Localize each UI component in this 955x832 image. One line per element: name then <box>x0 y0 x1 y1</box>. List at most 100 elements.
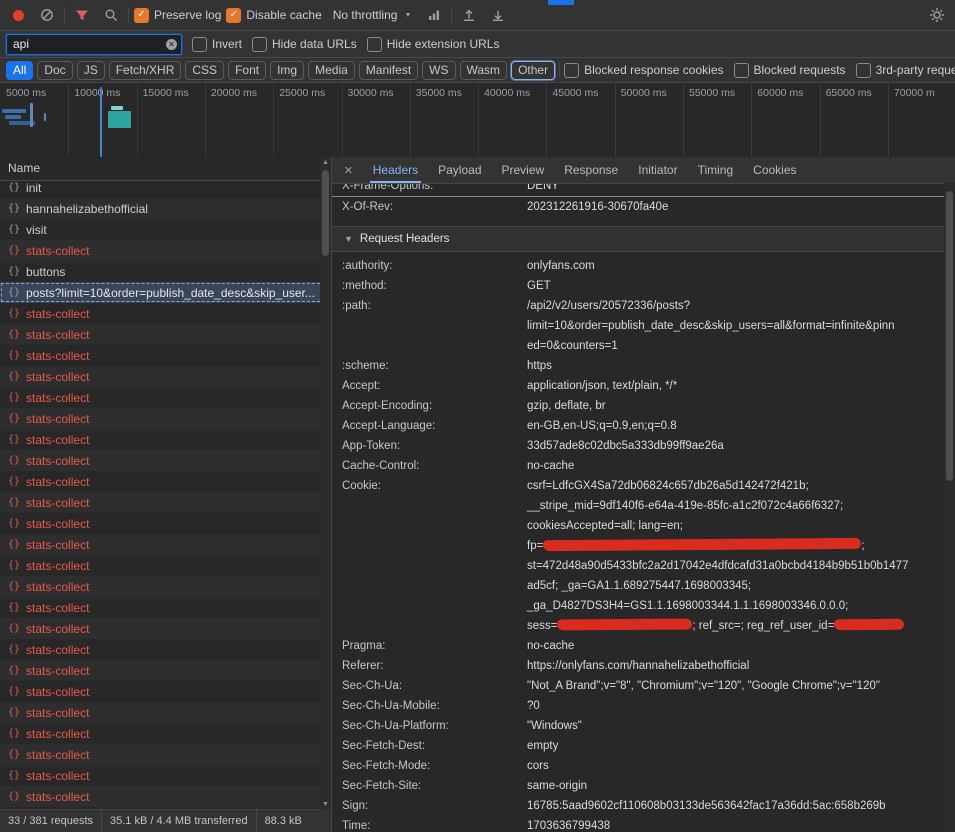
details-tabs: HeadersPayloadPreviewResponseInitiatorTi… <box>363 157 807 183</box>
request-row-stats-collect[interactable]: {}stats-collect <box>0 366 331 387</box>
tab-timing[interactable]: Timing <box>688 157 744 183</box>
filter-checkbox-blocked-requests[interactable]: ✓Blocked requests <box>734 63 846 78</box>
preserve-log-checkbox[interactable]: ✓ Preserve log <box>134 8 221 23</box>
upload-icon <box>462 8 476 22</box>
type-filter-img[interactable]: Img <box>270 61 304 80</box>
search-button[interactable] <box>99 4 123 26</box>
clear-filter-icon[interactable]: ✕ <box>166 39 177 50</box>
request-row-hannahelizabethofficial[interactable]: {}hannahelizabethofficial <box>0 198 331 219</box>
request-name: stats-collect <box>26 790 89 804</box>
type-filter-doc[interactable]: Doc <box>37 61 72 80</box>
request-type-icon: {} <box>8 455 20 466</box>
close-details-button[interactable]: × <box>336 157 363 183</box>
request-headers-section-header[interactable]: ▼ Request Headers <box>332 226 955 252</box>
request-row-posts-limit-10-order-publish-date-desc-s[interactable]: {}posts?limit=10&order=publish_date_desc… <box>0 282 331 303</box>
scroll-down-arrow-icon[interactable]: ▼ <box>320 799 331 810</box>
details-scrollbar[interactable] <box>944 183 955 832</box>
header-row: Sec-Ch-Ua-Mobile:?0 <box>332 696 955 716</box>
request-row-stats-collect[interactable]: {}stats-collect <box>0 450 331 471</box>
import-har-button[interactable] <box>457 4 481 26</box>
type-filter-all[interactable]: All <box>6 61 33 80</box>
type-filter-media[interactable]: Media <box>308 61 355 80</box>
request-row-stats-collect[interactable]: {}stats-collect <box>0 786 331 807</box>
request-row-stats-collect[interactable]: {}stats-collect <box>0 534 331 555</box>
timeline-tick-label: 60000 ms <box>757 87 803 99</box>
export-har-button[interactable] <box>486 4 510 26</box>
request-row-stats-collect[interactable]: {}stats-collect <box>0 387 331 408</box>
request-row-stats-collect[interactable]: {}stats-collect <box>0 408 331 429</box>
hide-data-urls-checkbox[interactable]: ✓ Hide data URLs <box>252 37 357 52</box>
type-filter-other[interactable]: Other <box>511 61 555 80</box>
tab-cookies[interactable]: Cookies <box>743 157 806 183</box>
request-row-stats-collect[interactable]: {}stats-collect <box>0 471 331 492</box>
request-row-stats-collect[interactable]: {}stats-collect <box>0 555 331 576</box>
redaction-scribble <box>557 619 692 631</box>
request-row-init[interactable]: {}init <box>0 181 331 198</box>
settings-button[interactable] <box>925 4 949 26</box>
tab-payload[interactable]: Payload <box>428 157 491 183</box>
request-row-stats-collect[interactable]: {}stats-collect <box>0 807 331 809</box>
clear-button[interactable] <box>35 4 59 26</box>
type-filter-css[interactable]: CSS <box>185 61 224 80</box>
request-row-stats-collect[interactable]: {}stats-collect <box>0 240 331 261</box>
request-row-stats-collect[interactable]: {}stats-collect <box>0 765 331 786</box>
header-value: onlyfans.com <box>527 256 955 276</box>
header-name: Sign: <box>342 796 527 816</box>
network-status-bar: 33 / 381 requests 35.1 kB / 4.4 MB trans… <box>0 809 331 832</box>
scroll-up-arrow-icon[interactable]: ▲ <box>320 157 331 168</box>
invert-checkbox[interactable]: ✓ Invert <box>192 37 242 52</box>
headers-content: X-Frame-Options:DENYX-Of-Rev:20231226191… <box>332 184 955 832</box>
request-type-icon: {} <box>8 686 20 697</box>
type-filter-js[interactable]: JS <box>77 61 105 80</box>
timeline-overview[interactable]: 5000 ms10000 ms15000 ms20000 ms25000 ms3… <box>0 83 955 161</box>
request-row-visit[interactable]: {}visit <box>0 219 331 240</box>
disable-cache-checkbox[interactable]: ✓ Disable cache <box>226 8 321 23</box>
type-filter-font[interactable]: Font <box>228 61 266 80</box>
request-row-stats-collect[interactable]: {}stats-collect <box>0 702 331 723</box>
hide-extension-urls-checkbox[interactable]: ✓ Hide extension URLs <box>367 37 500 52</box>
request-row-stats-collect[interactable]: {}stats-collect <box>0 660 331 681</box>
requests-count: 33 / 381 requests <box>0 815 101 827</box>
request-row-stats-collect[interactable]: {}stats-collect <box>0 681 331 702</box>
timeline-gridline <box>68 83 69 160</box>
tab-response[interactable]: Response <box>554 157 628 183</box>
request-list-scrollbar[interactable]: ▲ ▼ <box>320 157 331 810</box>
tab-headers[interactable]: Headers <box>363 157 428 183</box>
type-filter-ws[interactable]: WS <box>422 61 455 80</box>
scrollbar-thumb[interactable] <box>946 191 953 481</box>
request-row-buttons[interactable]: {}buttons <box>0 261 331 282</box>
request-row-stats-collect[interactable]: {}stats-collect <box>0 429 331 450</box>
request-row-stats-collect[interactable]: {}stats-collect <box>0 597 331 618</box>
header-row: Sec-Fetch-Dest:empty <box>332 736 955 756</box>
tab-initiator[interactable]: Initiator <box>628 157 687 183</box>
header-row: Time:1703636799438 <box>332 816 955 832</box>
throttling-dropdown[interactable]: No throttling ▼ <box>327 6 418 24</box>
type-filter-manifest[interactable]: Manifest <box>359 61 418 80</box>
type-filter-wasm[interactable]: Wasm <box>460 61 508 80</box>
header-name: Sec-Ch-Ua-Mobile: <box>342 696 527 716</box>
request-row-stats-collect[interactable]: {}stats-collect <box>0 324 331 345</box>
type-filter-fetch-xhr[interactable]: Fetch/XHR <box>109 61 182 80</box>
filter-checkbox-blocked-response-cookies[interactable]: ✓Blocked response cookies <box>564 63 723 78</box>
header-row: Sec-Fetch-Mode:cors <box>332 756 955 776</box>
network-conditions-button[interactable] <box>422 4 446 26</box>
timeline-tick-label: 30000 ms <box>348 87 394 99</box>
scrollbar-thumb[interactable] <box>322 170 329 256</box>
request-row-stats-collect[interactable]: {}stats-collect <box>0 303 331 324</box>
record-button[interactable] <box>6 4 30 26</box>
request-row-stats-collect[interactable]: {}stats-collect <box>0 639 331 660</box>
filter-checkbox-3rd-party-requests[interactable]: ✓3rd-party requests <box>856 63 955 78</box>
type-filter-chips: AllDoc JSFetch/XHRCSSFontImgMediaManifest… <box>6 61 555 80</box>
header-name: Accept-Language: <box>342 416 527 436</box>
tab-preview[interactable]: Preview <box>492 157 555 183</box>
request-row-stats-collect[interactable]: {}stats-collect <box>0 513 331 534</box>
request-row-stats-collect[interactable]: {}stats-collect <box>0 345 331 366</box>
request-row-stats-collect[interactable]: {}stats-collect <box>0 744 331 765</box>
request-row-stats-collect[interactable]: {}stats-collect <box>0 618 331 639</box>
request-row-stats-collect[interactable]: {}stats-collect <box>0 492 331 513</box>
request-row-stats-collect[interactable]: {}stats-collect <box>0 723 331 744</box>
filter-toggle-button[interactable] <box>70 4 94 26</box>
request-row-stats-collect[interactable]: {}stats-collect <box>0 576 331 597</box>
name-column-header[interactable]: Name <box>0 157 331 181</box>
filter-input[interactable] <box>11 36 162 52</box>
